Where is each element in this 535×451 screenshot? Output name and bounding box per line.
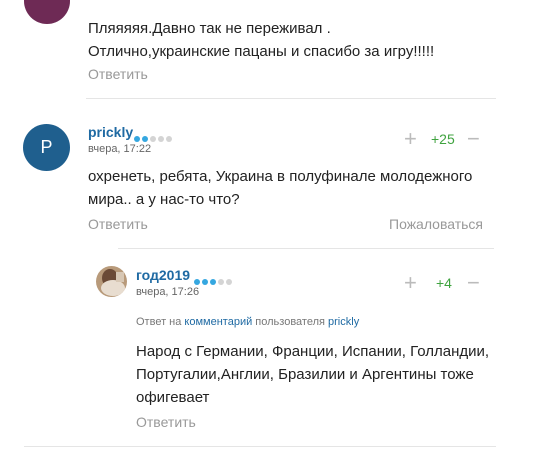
minus-icon[interactable]: − bbox=[467, 128, 480, 150]
rating-dot bbox=[218, 279, 224, 285]
reply-to-user-link[interactable]: prickly bbox=[328, 316, 359, 328]
comment-text: Пляяяяя.Давно так не переживал . Отлично… bbox=[88, 20, 435, 60]
avatar[interactable]: P bbox=[23, 124, 70, 171]
user-rating-dots bbox=[194, 272, 234, 290]
plus-icon[interactable]: + bbox=[404, 128, 417, 150]
reply-to-prefix: Ответ на bbox=[136, 316, 182, 328]
rating-dot bbox=[158, 136, 164, 142]
reply-to-middle: пользователя bbox=[255, 316, 325, 328]
rating-dot bbox=[150, 136, 156, 142]
reply-button[interactable]: Ответить bbox=[88, 216, 148, 232]
reply-button[interactable]: Ответить bbox=[88, 66, 148, 82]
minus-icon[interactable]: − bbox=[467, 272, 480, 294]
report-button[interactable]: Пожаловаться bbox=[389, 216, 483, 232]
rating-dot bbox=[142, 136, 148, 142]
comment-date: вчера, 17:22 bbox=[88, 143, 152, 155]
reply-to-comment-link[interactable]: комментарий bbox=[184, 316, 252, 328]
username-link[interactable]: год2019 bbox=[136, 267, 190, 283]
comment-date: вчера, 17:26 bbox=[136, 286, 200, 298]
avatar[interactable] bbox=[24, 0, 70, 24]
rating-dot bbox=[166, 136, 172, 142]
divider bbox=[118, 248, 494, 249]
username-link[interactable]: prickly bbox=[88, 124, 133, 140]
comment-text: охренеть, ребята, Украина в полуфинале м… bbox=[88, 168, 473, 208]
plus-icon[interactable]: + bbox=[404, 272, 417, 294]
comment-text: Народ с Германии, Франции, Испании, Голл… bbox=[136, 343, 490, 406]
rating-dot bbox=[194, 279, 200, 285]
rating-dot bbox=[134, 136, 140, 142]
comment-score: +4 bbox=[436, 275, 452, 291]
rating-dot bbox=[226, 279, 232, 285]
rating-dot bbox=[210, 279, 216, 285]
comment-score: +25 bbox=[431, 131, 455, 147]
reply-button[interactable]: Ответить bbox=[136, 414, 196, 430]
reply-to-note: Ответ на комментарий пользователя prickl… bbox=[136, 316, 359, 328]
divider bbox=[24, 446, 496, 447]
avatar[interactable] bbox=[96, 266, 127, 297]
rating-dot bbox=[202, 279, 208, 285]
divider bbox=[86, 98, 496, 99]
